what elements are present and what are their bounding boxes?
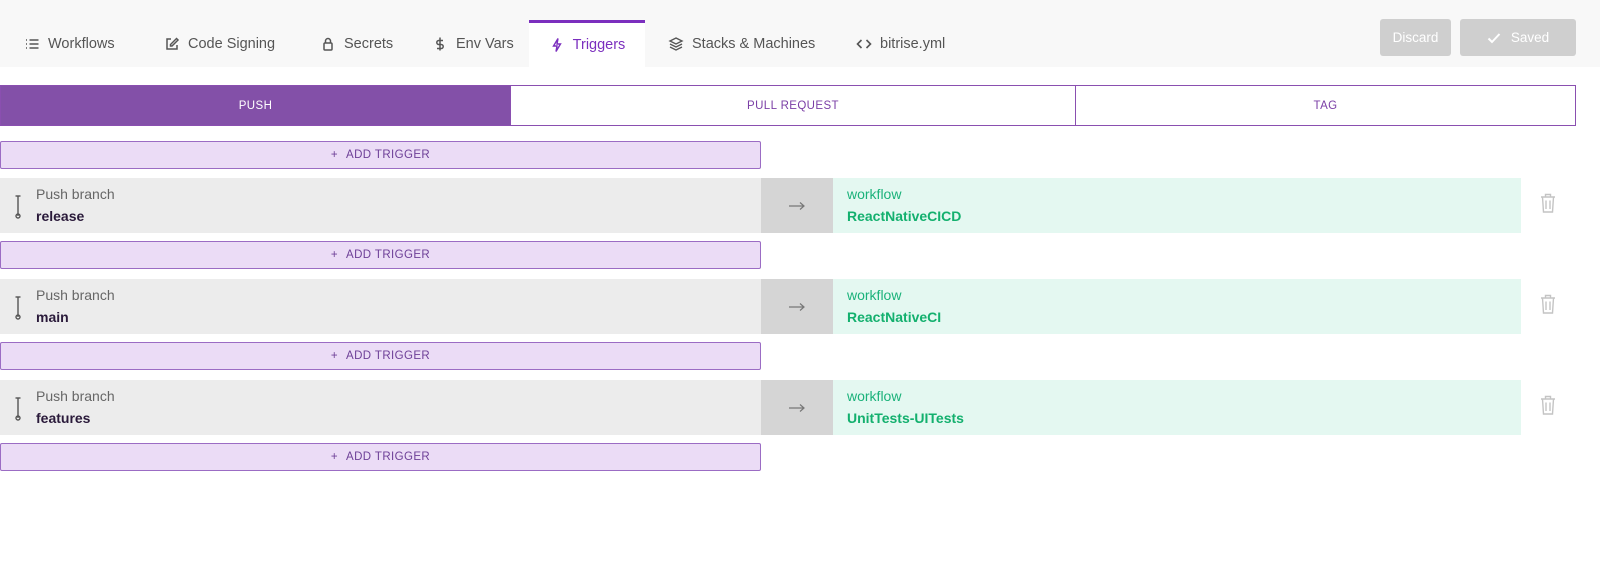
tab-label: Workflows [48,35,115,52]
trigger-row: Push branch release workflow ReactNative… [0,178,1600,233]
trigger-type-selector: PUSH PULL REQUEST TAG [0,85,1576,126]
workflow-label: workflow [847,186,902,202]
trigger-branch-value: features [36,410,91,426]
tab-triggers[interactable]: Triggers [529,20,645,67]
trash-icon[interactable] [1539,394,1557,416]
trash-icon[interactable] [1539,192,1557,214]
tab-workflows[interactable]: Workflows [20,20,119,67]
workflow-target[interactable]: workflow UnitTests-UITests [833,380,1521,435]
arrow-right-icon [789,302,805,311]
trigger-branch-value: release [36,208,85,224]
workflow-label: workflow [847,287,902,303]
tab-env-vars[interactable]: Env Vars [428,20,518,67]
drag-handle-icon[interactable] [11,294,25,320]
add-trigger-button[interactable]: + ADD TRIGGER [0,141,761,169]
tab-label: Triggers [572,37,626,53]
tab-label: bitrise.yml [880,35,946,52]
workflow-label: workflow [847,388,902,404]
lock-icon [320,36,336,52]
saved-label: Saved [1510,30,1550,45]
add-trigger-label: ADD TRIGGER [346,451,431,463]
workflow-name: ReactNativeCI [847,309,942,325]
add-trigger-label: ADD TRIGGER [346,149,431,161]
add-trigger-label: ADD TRIGGER [346,249,431,261]
tab-stacks-machines[interactable]: Stacks & Machines [664,20,819,67]
trigger-condition[interactable]: Push branch main [0,279,761,334]
tab-label: Env Vars [456,35,514,52]
tab-bitrise-yml[interactable]: bitrise.yml [852,20,949,67]
add-trigger-button[interactable]: + ADD TRIGGER [0,342,761,370]
dollar-icon [432,36,448,52]
trigger-type-label: Push branch [36,388,115,404]
drag-handle-icon[interactable] [11,193,25,219]
bolt-icon [549,37,565,53]
arrow-right-icon [789,403,805,412]
trigger-row: Push branch main workflow ReactNativeCI [0,279,1600,334]
tab-secrets[interactable]: Secrets [316,20,397,67]
arrow-divider [761,178,833,233]
trigger-condition[interactable]: Push branch release [0,178,761,233]
trigger-type-label: Push branch [36,287,115,303]
workflow-target[interactable]: workflow ReactNativeCICD [833,178,1521,233]
workflow-name: ReactNativeCICD [847,208,962,224]
add-trigger-label: ADD TRIGGER [346,350,431,362]
workflow-name: UnitTests-UITests [847,410,964,426]
tab-label: Secrets [344,35,394,52]
arrow-right-icon [789,201,805,210]
saved-button[interactable]: Saved [1460,19,1576,56]
arrow-divider [761,380,833,435]
layers-icon [668,36,684,52]
tab-tag[interactable]: TAG [1075,86,1575,125]
tab-pull-request[interactable]: PULL REQUEST [510,86,1075,125]
list-icon [24,36,40,52]
add-trigger-button[interactable]: + ADD TRIGGER [0,241,761,269]
workflow-target[interactable]: workflow ReactNativeCI [833,279,1521,334]
trigger-branch-value: main [36,309,69,325]
trigger-condition[interactable]: Push branch features [0,380,761,435]
drag-handle-icon[interactable] [11,395,25,421]
trigger-type-label: Push branch [36,186,115,202]
add-trigger-button[interactable]: + ADD TRIGGER [0,443,761,471]
check-icon [1487,32,1501,43]
tab-push[interactable]: PUSH [1,86,510,125]
plus-icon: + [330,149,339,161]
top-navigation-bar: Workflows Code Signing Secrets Env Vars … [0,0,1600,67]
tab-label: Code Signing [188,35,276,52]
tab-label: Stacks & Machines [692,35,816,52]
plus-icon: + [330,350,339,362]
plus-icon: + [330,451,339,463]
trigger-row: Push branch features workflow UnitTests-… [0,380,1600,435]
tab-code-signing[interactable]: Code Signing [160,20,279,67]
edit-icon [164,36,180,52]
arrow-divider [761,279,833,334]
plus-icon: + [330,249,339,261]
discard-button[interactable]: Discard [1380,19,1451,56]
trash-icon[interactable] [1539,293,1557,315]
code-icon [856,36,872,52]
